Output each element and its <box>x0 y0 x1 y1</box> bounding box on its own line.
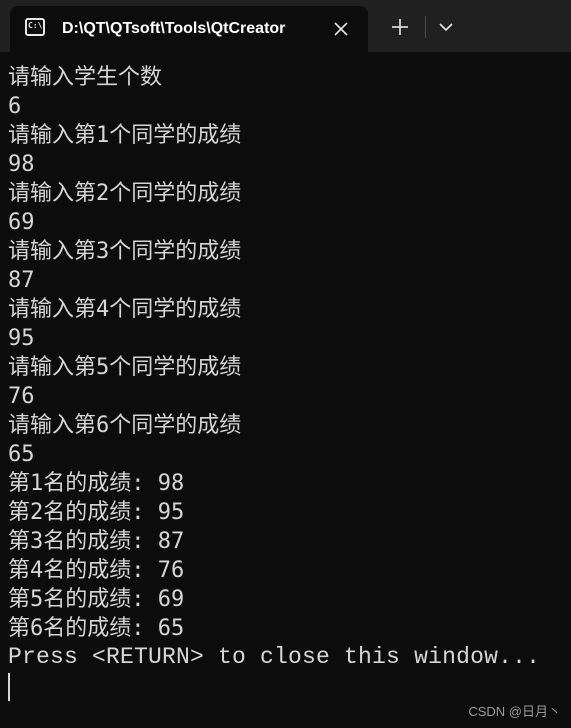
terminal-icon <box>25 18 45 36</box>
terminal-tab[interactable]: D:\QT\QTsoft\Tools\QtCreator <box>10 6 368 52</box>
output-line: 请输入第4个同学的成绩 <box>8 297 242 322</box>
output-line: 请输入第1个同学的成绩 <box>8 123 242 148</box>
output-line: 6 <box>8 94 22 119</box>
output-line: 请输入第6个同学的成绩 <box>8 413 242 438</box>
output-line: 第1名的成绩: 98 <box>8 471 185 496</box>
output-line: 98 <box>8 152 35 177</box>
output-line: 第6名的成绩: 65 <box>8 616 185 641</box>
text-cursor <box>8 673 10 701</box>
output-line: 76 <box>8 384 35 409</box>
output-line: 第2名的成绩: 95 <box>8 500 185 525</box>
output-line: 65 <box>8 442 35 467</box>
chevron-down-icon[interactable] <box>432 13 460 41</box>
plus-icon[interactable] <box>386 13 414 41</box>
output-line: 95 <box>8 326 35 351</box>
tab-bar: D:\QT\QTsoft\Tools\QtCreator <box>0 0 571 52</box>
output-line: 请输入第3个同学的成绩 <box>8 239 242 264</box>
output-line: 请输入学生个数 <box>8 65 163 90</box>
output-line: 请输入第2个同学的成绩 <box>8 181 242 206</box>
tab-title: D:\QT\QTsoft\Tools\QtCreator <box>62 20 286 37</box>
terminal-window: D:\QT\QTsoft\Tools\QtCreator 请输入学生个数 6 请… <box>0 0 571 728</box>
output-line: 第5名的成绩: 69 <box>8 587 185 612</box>
output-line: 第3名的成绩: 87 <box>8 529 185 554</box>
return-prompt-line: Press <RETURN> to close this window... <box>8 644 541 670</box>
output-line: 69 <box>8 210 35 235</box>
output-line: 第4名的成绩: 76 <box>8 558 185 583</box>
output-line: 请输入第5个同学的成绩 <box>8 355 242 380</box>
close-icon[interactable] <box>328 16 354 42</box>
watermark: CSDN @日月丶 <box>468 704 561 719</box>
terminal-output[interactable]: 请输入学生个数 6 请输入第1个同学的成绩 98 请输入第2个同学的成绩 69 … <box>8 63 568 683</box>
tab-separator <box>425 16 426 38</box>
output-line: 87 <box>8 268 35 293</box>
